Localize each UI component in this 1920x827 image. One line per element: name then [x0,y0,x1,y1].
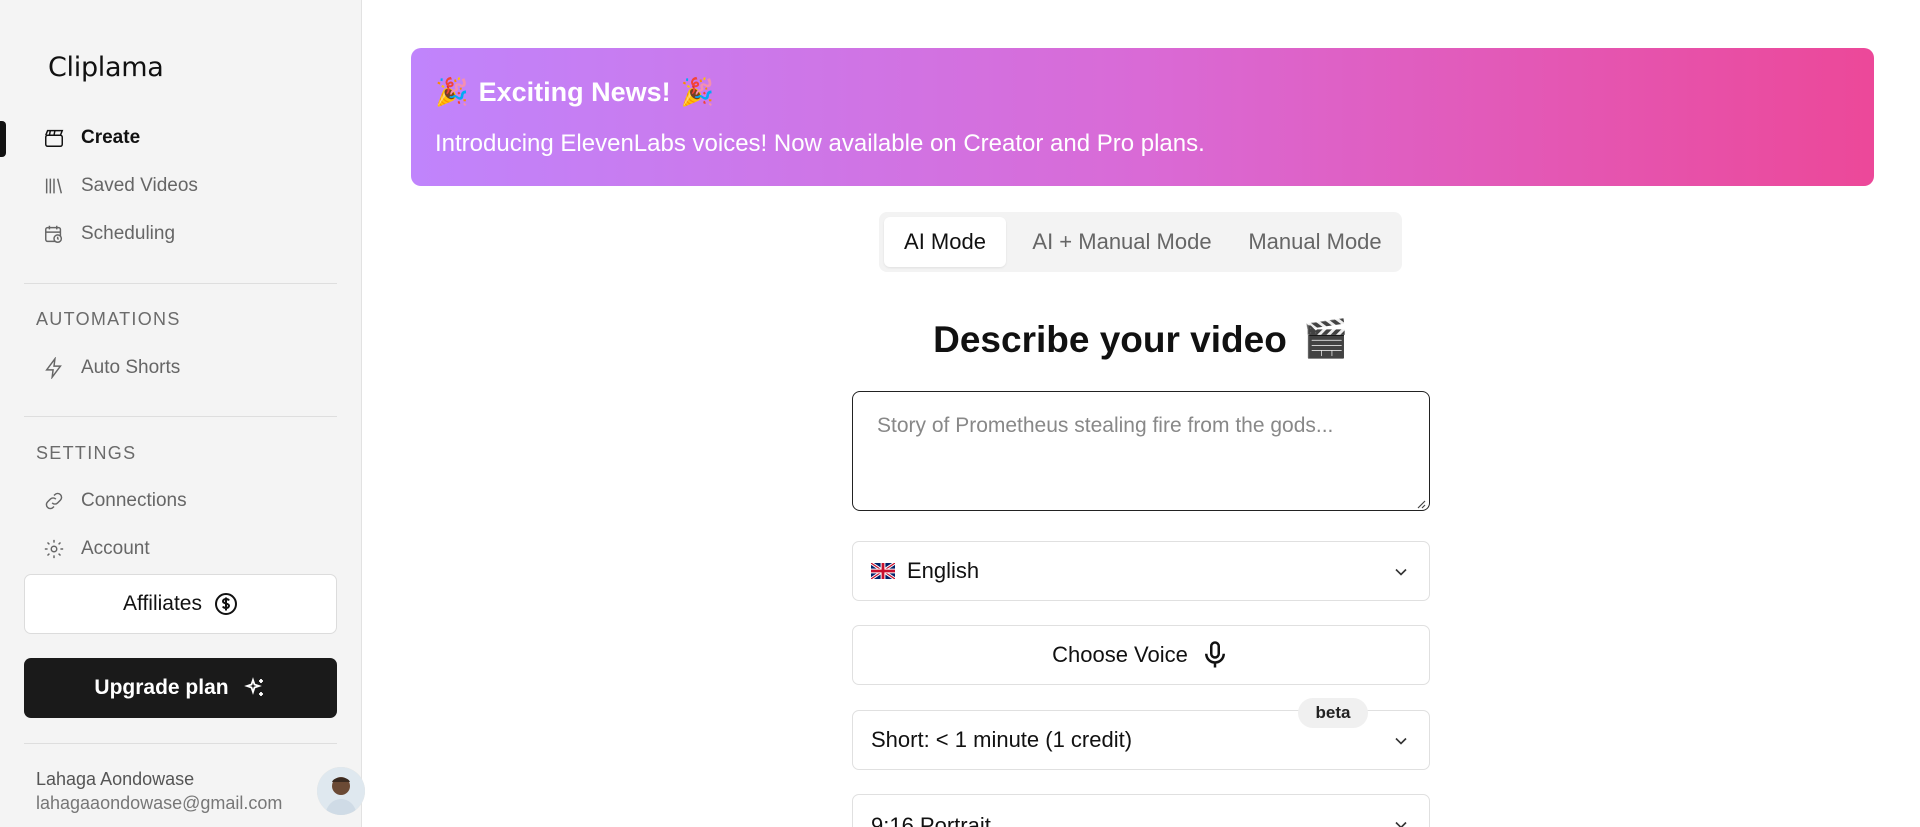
beta-badge: beta [1298,698,1368,728]
lightning-icon [45,357,62,379]
tab-ai-mode[interactable]: AI Mode [884,217,1006,267]
tab-manual-mode[interactable]: Manual Mode [1235,217,1395,267]
language-select[interactable]: English [852,541,1430,601]
clapper-icon: 🎬 [1302,318,1349,359]
avatar-image [317,767,365,815]
upgrade-plan-button[interactable]: Upgrade plan [24,658,337,718]
nav-item-create[interactable]: Create [43,122,140,154]
nav-item-scheduling[interactable]: Scheduling [43,218,175,250]
party-icon: 🎉 [680,77,715,107]
clapperboard-icon [45,129,64,147]
link-icon [45,492,63,510]
sparkles-icon [243,677,263,696]
nav-item-saved-videos[interactable]: Saved Videos [43,170,198,202]
party-icon: 🎉 [435,77,469,107]
gear-icon [44,539,64,559]
nav-label: Scheduling [81,223,176,244]
page-title: Describe your video [933,318,1287,360]
nav-label: Auto Shorts [81,357,181,378]
divider [24,283,337,284]
aspect-ratio-value: 9:16 Portrait [871,813,991,827]
affiliates-label: Affiliates [123,592,202,615]
resize-handle-icon[interactable] [1414,497,1426,509]
banner-title-row: 🎉 Exciting News! 🎉 [435,76,714,108]
user-email: lahagaaondowase@gmail.com [36,793,283,813]
aspect-ratio-select[interactable]: 9:16 Portrait [852,794,1430,827]
nav-item-auto-shorts[interactable]: Auto Shorts [43,352,180,384]
nav-label: Account [81,538,150,559]
affiliates-button[interactable]: Affiliates [24,574,337,634]
banner-text: Introducing ElevenLabs voices! Now avail… [435,130,1205,157]
video-description-input[interactable] [852,391,1430,511]
divider [24,416,337,417]
nav-item-account[interactable]: Account [43,533,150,565]
page-title-row: Describe your video 🎬 [852,318,1430,361]
avatar[interactable] [317,767,365,815]
duration-value: Short: < 1 minute (1 credit) [871,727,1133,752]
user-name: Lahaga Aondowase [36,769,195,789]
choose-voice-button[interactable]: Choose Voice [852,625,1430,685]
sidebar: Cliplama Create Saved Videos Scheduling … [0,0,365,827]
nav-label: Saved Videos [81,175,198,196]
chevron-down-icon [1395,737,1407,745]
tab-ai-manual-mode[interactable]: AI + Manual Mode [1017,217,1227,267]
nav-label: Connections [81,490,187,511]
section-label-settings: SETTINGS [36,443,137,463]
upgrade-label: Upgrade plan [94,676,229,699]
nav-label: Create [81,127,141,148]
banner-title: Exciting News! [478,76,671,107]
calendar-clock-icon [45,225,63,243]
chevron-down-icon [1395,568,1407,576]
announcement-banner: 🎉 Exciting News! 🎉 Introducing ElevenLab… [411,48,1874,186]
microphone-icon [1204,641,1225,668]
divider [24,743,337,744]
language-value: English [907,558,980,583]
uk-flag-icon [871,563,895,579]
section-label-automations: AUTOMATIONS [36,309,181,329]
library-icon [45,178,63,194]
dollar-circle-icon [215,593,237,615]
mode-tabs: AI Mode AI + Manual Mode Manual Mode [879,212,1402,272]
active-indicator [0,121,6,157]
choose-voice-label: Choose Voice [1052,642,1188,667]
chevron-down-icon [1395,821,1407,827]
brand-logo[interactable]: Cliplama [48,52,164,83]
nav-item-connections[interactable]: Connections [43,485,187,517]
